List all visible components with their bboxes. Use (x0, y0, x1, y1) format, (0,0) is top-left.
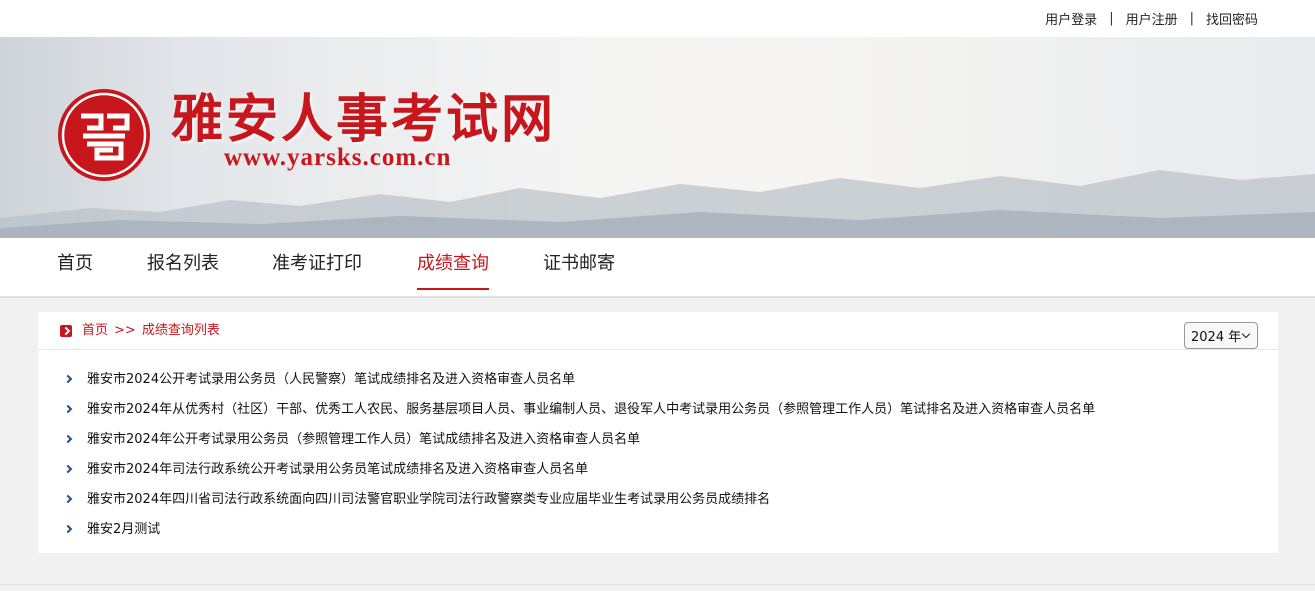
results-panel: 首页 >> 成绩查询列表 2024 年 雅安市2024公开考试录用公务员（人民警察）… (38, 312, 1278, 553)
chevron-down-icon (1241, 329, 1251, 339)
top-bar: 用户登录 | 用户注册 | 找回密码 (0, 0, 1315, 37)
register-link[interactable]: 用户注册 (1126, 9, 1178, 28)
separator: | (1189, 11, 1194, 26)
year-select-value: 2024 年 (1191, 330, 1242, 345)
mountain-background (0, 170, 1315, 238)
nav-certificate-mail[interactable]: 证书邮寄 (543, 238, 615, 290)
site-url: www.yarsks.com.cn (224, 144, 452, 171)
result-item[interactable]: 雅安市2024年四川省司法行政系统面向四川司法警官职业学院司法行政警察类专业应届… (38, 485, 1278, 515)
breadcrumb-current: 成绩查询列表 (141, 323, 220, 338)
nav-admission-ticket[interactable]: 准考证打印 (272, 238, 362, 290)
header-banner: 雅安人事考试网 www.yarsks.com.cn (0, 37, 1315, 238)
chevron-right-icon (63, 494, 73, 504)
results-list: 雅安市2024公开考试录用公务员（人民警察）笔试成绩排名及进入资格审查人员名单 … (38, 365, 1278, 545)
chevron-right-icon (63, 524, 73, 534)
chevron-right-icon (63, 464, 73, 474)
main-nav: 首页 报名列表 准考证打印 成绩查询 证书邮寄 (0, 238, 1315, 298)
year-select[interactable]: 2024 年 (1184, 322, 1258, 349)
recover-password-link[interactable]: 找回密码 (1206, 9, 1258, 28)
breadcrumb-bar: 首页 >> 成绩查询列表 2024 年 (38, 312, 1278, 350)
breadcrumb-arrow-icon (60, 325, 72, 337)
result-item-title[interactable]: 雅安市2024年司法行政系统公开考试录用公务员笔试成绩排名及进入资格审查人员名单 (87, 455, 588, 485)
result-item[interactable]: 雅安市2024公开考试录用公务员（人民警察）笔试成绩排名及进入资格审查人员名单 (38, 365, 1278, 395)
nav-score-query[interactable]: 成绩查询 (417, 238, 489, 290)
result-item[interactable]: 雅安市2024年公开考试录用公务员（参照管理工作人员）笔试成绩排名及进入资格审查… (38, 425, 1278, 455)
account-links: 用户登录 | 用户注册 | 找回密码 (1045, 9, 1258, 28)
result-item[interactable]: 雅安市2024年从优秀村（社区）干部、优秀工人农民、服务基层项目人员、事业编制人… (38, 395, 1278, 425)
nav-registration-list[interactable]: 报名列表 (147, 238, 219, 290)
result-item[interactable]: 雅安2月测试 (38, 515, 1278, 545)
footer-divider (0, 584, 1315, 585)
login-link[interactable]: 用户登录 (1045, 9, 1097, 28)
result-item-title[interactable]: 雅安市2024公开考试录用公务员（人民警察）笔试成绩排名及进入资格审查人员名单 (87, 365, 575, 395)
breadcrumb-home-link[interactable]: 首页 (82, 323, 108, 338)
result-item-title[interactable]: 雅安2月测试 (87, 515, 160, 545)
result-item-title[interactable]: 雅安市2024年从优秀村（社区）干部、优秀工人农民、服务基层项目人员、事业编制人… (87, 395, 1095, 425)
result-item-title[interactable]: 雅安市2024年公开考试录用公务员（参照管理工作人员）笔试成绩排名及进入资格审查… (87, 425, 640, 455)
breadcrumb-separator: >> (114, 323, 136, 338)
chevron-right-icon (63, 374, 73, 384)
chevron-right-icon (63, 434, 73, 444)
nav-home[interactable]: 首页 (57, 238, 93, 290)
result-item[interactable]: 雅安市2024年司法行政系统公开考试录用公务员笔试成绩排名及进入资格审查人员名单 (38, 455, 1278, 485)
result-item-title[interactable]: 雅安市2024年四川省司法行政系统面向四川司法警官职业学院司法行政警察类专业应届… (87, 485, 770, 515)
seal-logo-icon (58, 89, 150, 181)
breadcrumb: 首页 >> 成绩查询列表 (82, 323, 220, 339)
separator: | (1109, 11, 1114, 26)
chevron-right-icon (63, 404, 73, 414)
